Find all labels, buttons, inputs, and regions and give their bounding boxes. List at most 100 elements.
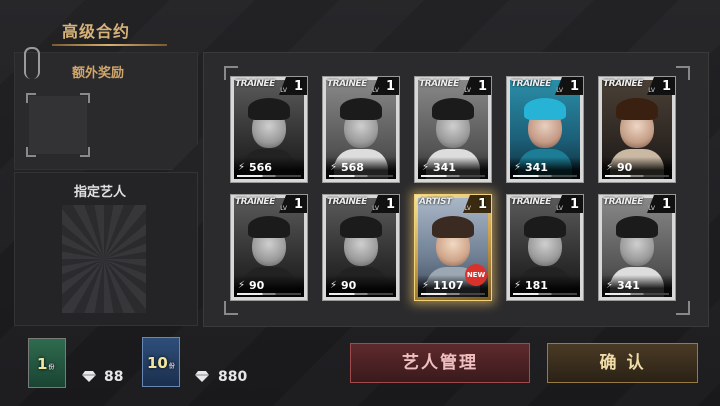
card-power: 1107 xyxy=(433,279,464,292)
bonus-reward-slot[interactable] xyxy=(26,93,90,157)
lightning-icon: ⚡ xyxy=(606,280,614,291)
confirm-button[interactable]: 确 认 xyxy=(547,343,698,383)
artist-card[interactable]: TRAINEE LV 1 ⚡ 90 xyxy=(598,76,676,183)
frame-corner xyxy=(676,66,690,80)
level-label: LV xyxy=(648,205,655,212)
card-level: 1 xyxy=(385,79,395,94)
card-stripe xyxy=(237,175,301,177)
artist-card[interactable]: ARTIST LV 1 ⚡ 1107 NEW xyxy=(414,194,492,301)
level-label: LV xyxy=(372,205,379,212)
level-label: LV xyxy=(280,205,287,212)
diamond-icon xyxy=(195,371,209,382)
card-power: 181 xyxy=(525,279,548,292)
lightning-icon: ⚡ xyxy=(238,280,246,291)
artist-card[interactable]: TRAINEE LV 1 ⚡ 90 xyxy=(230,194,308,301)
portrait-hair xyxy=(340,215,382,238)
lightning-icon: ⚡ xyxy=(330,280,338,291)
artist-card[interactable]: TRAINEE LV 1 ⚡ 341 xyxy=(598,194,676,301)
pack-1-button[interactable]: 1份 xyxy=(28,338,66,388)
card-level: 1 xyxy=(477,197,487,212)
card-level: 1 xyxy=(477,79,487,94)
card-power: 566 xyxy=(249,161,272,174)
portrait-hair xyxy=(432,215,474,238)
card-stripe xyxy=(329,293,393,295)
card-stripe xyxy=(513,293,577,295)
artist-card[interactable]: TRAINEE LV 1 ⚡ 181 xyxy=(506,194,584,301)
new-badge: NEW xyxy=(465,264,487,286)
card-level: 1 xyxy=(385,197,395,212)
card-level: 1 xyxy=(569,197,579,212)
portrait-hair xyxy=(524,215,566,238)
card-rank-tag: TRAINEE xyxy=(511,79,551,89)
card-power: 90 xyxy=(341,279,357,292)
lightning-icon: ⚡ xyxy=(514,162,522,173)
pack-10-cost: 880 xyxy=(218,369,248,385)
card-stripe xyxy=(605,293,669,295)
pack-count: 1份 xyxy=(37,355,55,373)
pack-1-cost: 88 xyxy=(104,369,124,385)
artist-card[interactable]: TRAINEE LV 1 ⚡ 90 xyxy=(322,194,400,301)
card-rank-tag: TRAINEE xyxy=(327,197,367,207)
lightning-icon: ⚡ xyxy=(422,162,430,173)
level-label: LV xyxy=(556,87,563,94)
card-power: 341 xyxy=(525,161,548,174)
card-rank-tag: TRAINEE xyxy=(419,79,459,89)
card-rank-tag: TRAINEE xyxy=(327,79,367,89)
artist-card[interactable]: TRAINEE LV 1 ⚡ 341 xyxy=(506,76,584,183)
level-label: LV xyxy=(464,205,471,212)
artist-label: 指定艺人 xyxy=(74,185,127,200)
card-stripe xyxy=(421,175,485,177)
card-power: 568 xyxy=(341,161,364,174)
pack-10-button[interactable]: 10份 xyxy=(142,337,180,387)
card-level: 1 xyxy=(293,197,303,212)
card-stripe xyxy=(329,175,393,177)
artist-card[interactable]: TRAINEE LV 1 ⚡ 566 xyxy=(230,76,308,183)
artist-card[interactable]: TRAINEE LV 1 ⚡ 568 xyxy=(322,76,400,183)
level-label: LV xyxy=(556,205,563,212)
artist-management-button[interactable]: 艺人管理 xyxy=(350,343,530,383)
designated-artist-slot[interactable] xyxy=(62,205,146,313)
card-rank-tag: TRAINEE xyxy=(235,197,275,207)
slot-corner xyxy=(26,147,36,157)
card-rank-tag: TRAINEE xyxy=(235,79,275,89)
card-level: 1 xyxy=(569,79,579,94)
card-stripe xyxy=(237,293,301,295)
title-underline xyxy=(52,44,167,46)
card-power: 341 xyxy=(617,279,640,292)
level-label: LV xyxy=(648,87,655,94)
card-level: 1 xyxy=(661,197,671,212)
card-rank-tag: TRAINEE xyxy=(603,197,643,207)
paperclip-icon xyxy=(24,47,40,79)
card-stripe xyxy=(605,175,669,177)
artist-card[interactable]: TRAINEE LV 1 ⚡ 341 xyxy=(414,76,492,183)
portrait-hair xyxy=(248,97,290,120)
card-rank-tag: TRAINEE xyxy=(603,79,643,89)
card-level: 1 xyxy=(661,79,671,94)
portrait-hair xyxy=(616,215,658,238)
card-level: 1 xyxy=(293,79,303,94)
frame-corner xyxy=(224,301,238,315)
slot-corner xyxy=(26,93,36,103)
lightning-icon: ⚡ xyxy=(238,162,246,173)
level-label: LV xyxy=(372,87,379,94)
bonus-label: 额外奖励 xyxy=(72,66,125,81)
portrait-hair xyxy=(248,215,290,238)
portrait-hair xyxy=(616,97,658,120)
card-rank-tag: ARTIST xyxy=(419,197,452,207)
slot-corner xyxy=(80,147,90,157)
slot-corner xyxy=(80,93,90,103)
diamond-icon xyxy=(82,371,96,382)
lightning-icon: ⚡ xyxy=(422,280,430,291)
card-stripe xyxy=(421,293,485,295)
bonus-slot-inner xyxy=(29,96,87,154)
card-power: 90 xyxy=(617,161,633,174)
pack-count: 10份 xyxy=(147,354,175,372)
card-power: 90 xyxy=(249,279,265,292)
lightning-icon: ⚡ xyxy=(330,162,338,173)
portrait-hair xyxy=(524,97,566,120)
card-power: 341 xyxy=(433,161,456,174)
lightning-icon: ⚡ xyxy=(514,280,522,291)
lightning-icon: ⚡ xyxy=(606,162,614,173)
level-label: LV xyxy=(464,87,471,94)
portrait-hair xyxy=(432,97,474,120)
